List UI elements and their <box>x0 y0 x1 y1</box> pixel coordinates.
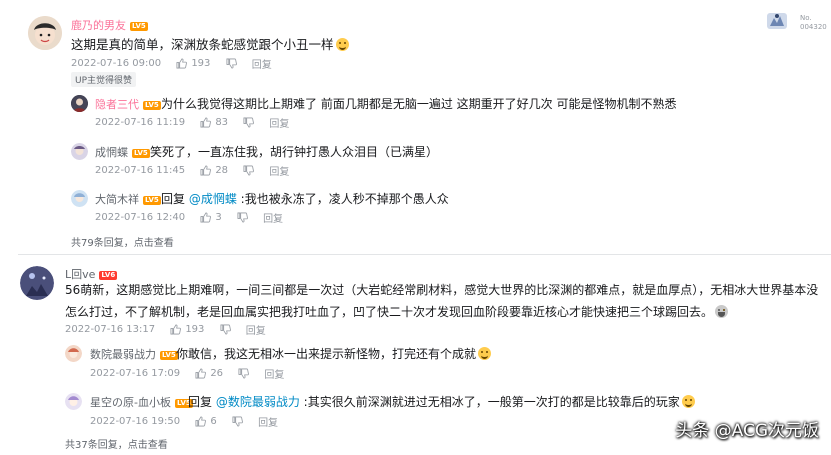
view-replies-link[interactable]: 共79条回复，点击查看 <box>71 234 174 249</box>
reply-username[interactable]: 数院最弱战力 LV5 <box>90 346 178 362</box>
reply-button[interactable]: 回复 <box>269 115 289 130</box>
level-badge: LV5 <box>143 101 161 110</box>
username-text[interactable]: 数院最弱战力 <box>90 348 156 361</box>
comment-text: 56萌新，这期感觉比上期难啊，一间三间都是一次过（大岩蛇经常刷材料，感觉大世界的… <box>65 279 825 323</box>
reply-username[interactable]: 隐者三代 LV5 <box>95 96 161 112</box>
reply-meta: 2022-07-16 17:09 26 回复 <box>90 366 284 381</box>
reply-button[interactable]: 回复 <box>258 414 278 429</box>
comment-username[interactable]: 鹿乃的男友 LV5 <box>71 17 148 33</box>
username-text[interactable]: 大简木祥 <box>95 193 139 206</box>
dislike-icon[interactable] <box>220 324 231 335</box>
reply-username[interactable]: 大简木祥 LV5 <box>95 191 161 207</box>
reply-date: 2022-07-16 12:40 <box>95 212 186 223</box>
medal-label: No. <box>800 14 812 22</box>
avatar[interactable] <box>71 190 88 207</box>
like-icon[interactable] <box>170 324 181 335</box>
dislike-icon[interactable] <box>243 117 254 128</box>
reply-date: 2022-07-16 17:09 <box>90 368 181 379</box>
reply-text: 你敢信，我这无相冰一出来提示新怪物，打完还有个成就 <box>176 345 492 362</box>
like-count: 6 <box>210 416 217 427</box>
level-badge: LV5 <box>130 22 148 31</box>
reply-date: 2022-07-16 11:19 <box>95 117 186 128</box>
avatar[interactable] <box>65 393 82 410</box>
reply-prefix: 回复 <box>161 192 189 206</box>
reply-button[interactable]: 回复 <box>263 210 283 225</box>
mention-link[interactable]: @数院最弱战力 <box>216 395 300 409</box>
level-badge: LV5 <box>143 196 161 205</box>
reply-meta: 2022-07-16 12:40 3 回复 <box>95 210 283 225</box>
like-count: 83 <box>215 117 229 128</box>
like-count: 28 <box>215 165 229 176</box>
like-icon[interactable] <box>200 212 211 223</box>
reply-content: :我也被永冻了，凌人秒不掉那个愚人众 <box>236 192 449 206</box>
dislike-icon[interactable] <box>237 212 248 223</box>
username-text[interactable]: 星空の原-血小板 <box>90 396 171 409</box>
level-badge: LV5 <box>132 149 150 158</box>
medal-number: 004320 <box>800 23 827 31</box>
like-icon[interactable] <box>195 368 206 379</box>
reply-prefix: 回复 <box>188 395 216 409</box>
avatar[interactable] <box>28 16 62 50</box>
dislike-icon[interactable] <box>238 368 249 379</box>
reply-date: 2022-07-16 19:50 <box>90 416 181 427</box>
smile-emoji-icon <box>715 305 729 318</box>
avatar[interactable] <box>71 143 88 160</box>
like-icon[interactable] <box>176 58 187 69</box>
up-liked-badge: UP主觉得很赞 <box>71 72 137 87</box>
divider <box>18 254 831 255</box>
reply-text: 笑死了，一直冻住我，胡行钟打愚人众泪目（已满星） <box>150 145 439 159</box>
reply-button[interactable]: 回复 <box>269 163 289 178</box>
username-text[interactable]: 隐者三代 <box>95 98 139 111</box>
comment-meta: 2022-07-16 09:00 193 回复 <box>71 56 272 71</box>
like-count: 193 <box>185 324 205 335</box>
reply-text: 为什么我觉得这期比上期难了 前面几期都是无脑一遍过 这期重开了好几次 可能是怪物… <box>161 97 677 111</box>
comment-text: 这期是真的简单，深渊放条蛇感觉跟个小丑一样 <box>71 34 349 53</box>
reply-meta: 2022-07-16 11:19 83 回复 <box>95 115 289 130</box>
comment-content: 56萌新，这期感觉比上期难啊，一间三间都是一次过（大岩蛇经常刷材料，感觉大世界的… <box>65 283 819 319</box>
username-text[interactable]: 成惘蝶 <box>95 146 128 159</box>
reply-content: :其实很久前深渊就进过无相冰了，一般第一次打的都是比较靠后的玩家 <box>299 395 680 409</box>
like-icon[interactable] <box>200 165 211 176</box>
reply-username[interactable]: 成惘蝶 LV5 <box>95 144 150 160</box>
reply-button[interactable]: 回复 <box>264 366 284 381</box>
reply-meta: 2022-07-16 19:50 6 回复 <box>90 414 278 429</box>
laugh-emoji-icon <box>335 38 349 51</box>
dislike-icon[interactable] <box>232 416 243 427</box>
fan-medal-icon <box>767 13 787 29</box>
comment-meta: 2022-07-16 13:17 193 回复 <box>65 322 266 337</box>
dislike-icon[interactable] <box>226 58 237 69</box>
reply-date: 2022-07-16 11:45 <box>95 165 186 176</box>
avatar[interactable] <box>20 266 54 300</box>
like-count: 26 <box>210 368 224 379</box>
like-icon[interactable] <box>200 117 211 128</box>
avatar[interactable] <box>65 345 82 362</box>
heart-eyes-emoji-icon <box>681 395 695 408</box>
comment-date: 2022-07-16 09:00 <box>71 58 162 69</box>
reply-button[interactable]: 回复 <box>252 56 272 71</box>
avatar[interactable] <box>71 95 88 112</box>
like-count: 3 <box>215 212 222 223</box>
like-count: 193 <box>191 58 211 69</box>
watermark: 头条 @ACG次元饭 <box>675 421 819 441</box>
view-replies-link[interactable]: 共37条回复，点击查看 <box>65 436 168 451</box>
reply-meta: 2022-07-16 11:45 28 回复 <box>95 163 289 178</box>
mention-link[interactable]: @成惘蝶 <box>189 192 237 206</box>
reply-text: 回复 @成惘蝶 :我也被永冻了，凌人秒不掉那个愚人众 <box>161 190 449 207</box>
reply-button[interactable]: 回复 <box>246 322 266 337</box>
reply-content: 你敢信，我这无相冰一出来提示新怪物，打完还有个成就 <box>176 347 477 361</box>
comment-date: 2022-07-16 13:17 <box>65 324 156 335</box>
dislike-icon[interactable] <box>243 165 254 176</box>
reply-username[interactable]: 星空の原-血小板 LV5 <box>90 394 193 410</box>
username-text[interactable]: 鹿乃的男友 <box>71 19 126 32</box>
like-icon[interactable] <box>195 416 206 427</box>
comment-content: 这期是真的简单，深渊放条蛇感觉跟个小丑一样 <box>71 37 334 52</box>
grin-emoji-icon <box>478 347 492 360</box>
reply-text: 回复 @数院最弱战力 :其实很久前深渊就进过无相冰了，一般第一次打的都是比较靠后… <box>188 393 695 410</box>
